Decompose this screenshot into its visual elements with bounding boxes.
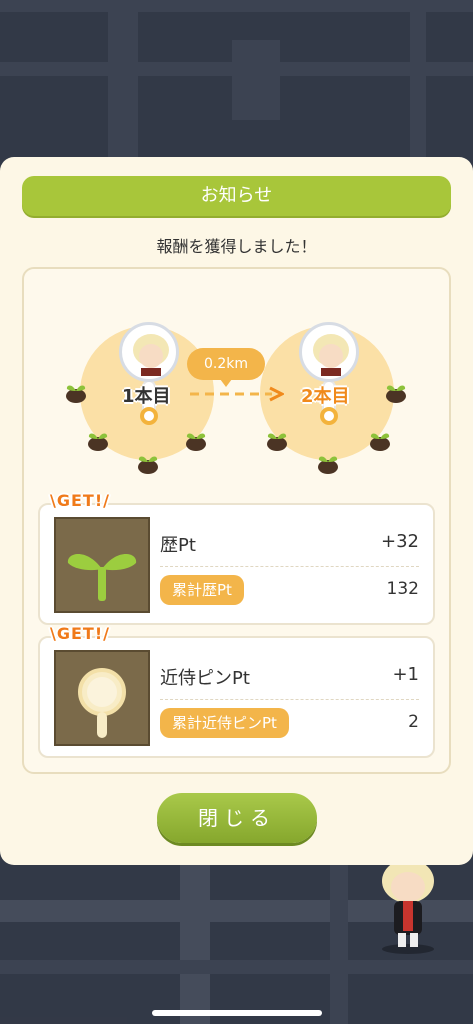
reward-name: 歴Pt xyxy=(160,535,196,556)
route-illustration: 1本目 2本目 xyxy=(0,157,473,497)
sprout-icon xyxy=(88,433,108,451)
reward-card: \GET!/ 歴Pt +32 累計歴Pt 132 xyxy=(38,491,435,625)
sprout-icon xyxy=(318,456,338,474)
total-label: 累計近侍ピンPt xyxy=(160,708,289,738)
reward-thumbnail xyxy=(54,650,150,746)
pin-base-1 xyxy=(140,407,158,425)
sprout-icon xyxy=(386,385,406,403)
sprout-icon xyxy=(370,433,390,451)
sprout-icon xyxy=(267,433,287,451)
route-arrow-icon xyxy=(190,386,284,402)
total-value: 132 xyxy=(386,579,419,599)
pin-icon xyxy=(78,668,126,738)
sprout-icon xyxy=(67,554,137,601)
to-label: 2本目 xyxy=(301,386,350,407)
sprout-icon xyxy=(186,433,206,451)
sprout-icon xyxy=(66,385,86,403)
distance-bubble: 0.2km xyxy=(187,348,265,387)
character-avatar[interactable] xyxy=(372,855,444,955)
total-value: 2 xyxy=(408,712,419,732)
pin-avatar-1 xyxy=(119,322,179,382)
total-label: 累計歴Pt xyxy=(160,575,244,605)
pin-base-2 xyxy=(320,407,338,425)
sprout-icon xyxy=(138,456,158,474)
get-badge: \GET!/ xyxy=(50,624,110,643)
pin-avatar-2 xyxy=(299,322,359,382)
reward-card: \GET!/ 近侍ピンPt +1 累計近侍ピンPt 2 xyxy=(38,624,435,758)
home-indicator[interactable] xyxy=(152,1010,322,1016)
from-label: 1本目 xyxy=(122,386,171,407)
notification-dialog: お知らせ 報酬を獲得しました！ 1本目 2本目 0.2km \GET!/ 歴Pt… xyxy=(0,157,473,865)
reward-thumbnail xyxy=(54,517,150,613)
reward-value: +1 xyxy=(392,664,419,685)
close-button[interactable]: 閉じる xyxy=(157,793,317,843)
get-badge: \GET!/ xyxy=(50,491,110,510)
reward-value: +32 xyxy=(381,531,419,552)
reward-name: 近侍ピンPt xyxy=(160,668,250,689)
